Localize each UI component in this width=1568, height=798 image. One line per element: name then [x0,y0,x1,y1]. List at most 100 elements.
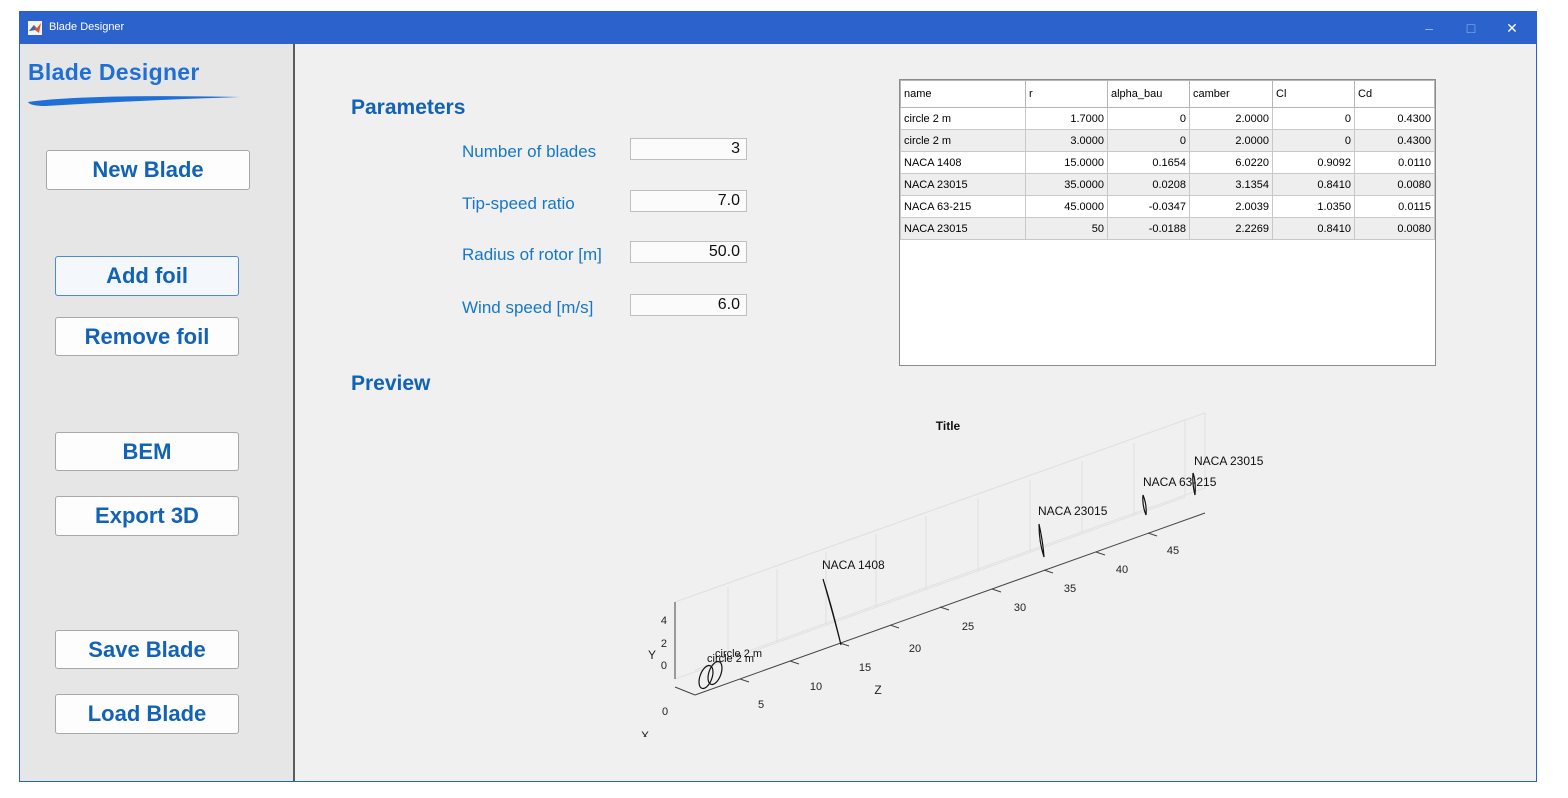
table-cell[interactable]: 1.0350 [1272,195,1355,218]
number-of-blades-label: Number of blades [462,142,597,161]
column-header-cl[interactable]: Cl [1272,80,1355,108]
table-cell[interactable]: 0.0208 [1107,173,1190,196]
preview-heading: Preview [351,372,431,395]
table-cell[interactable]: NACA 1408 [900,151,1026,174]
table-cell[interactable]: 2.0000 [1189,129,1273,152]
title-bar[interactable]: Blade Designer – □ ✕ [20,12,1536,44]
parameters-heading: Parameters [351,96,466,119]
table-cell[interactable]: 0 [1272,107,1355,130]
plot-axis-lines [674,512,1206,696]
table-cell[interactable]: -0.0188 [1107,217,1190,240]
table-cell[interactable]: NACA 23015 [900,217,1026,240]
minimize-button[interactable]: – [1409,16,1449,40]
matlab-app-icon [28,21,42,35]
save-blade-button[interactable]: Save Blade [55,630,239,669]
table-cell[interactable]: 0.8410 [1272,217,1355,240]
z-axis-label: Z [874,683,881,697]
table-row[interactable]: NACA 63-215 45.0000 -0.0347 2.0039 1.035… [900,195,1435,218]
foil-label: NACA 23015 [1038,504,1108,518]
add-foil-button[interactable]: Add foil [55,256,239,296]
y-axis-label: Y [648,648,656,662]
plot-title: Title [936,419,961,433]
table-cell[interactable]: 0.4300 [1354,129,1435,152]
wind-speed-input[interactable]: 6.0 [630,294,747,316]
y-tick-label: 4 [661,615,667,627]
table-cell[interactable]: 3.1354 [1189,173,1273,196]
z-tick-label: 35 [1064,583,1076,595]
close-button[interactable]: ✕ [1492,16,1532,40]
table-row[interactable]: circle 2 m 1.7000 0 2.0000 0 0.4300 [900,107,1435,130]
x-axis-label: X [641,729,649,737]
maximize-button[interactable]: □ [1451,16,1491,40]
column-header-camber[interactable]: camber [1189,80,1273,108]
remove-foil-button[interactable]: Remove foil [55,317,239,356]
radius-of-rotor-input[interactable]: 50.0 [630,241,747,263]
table-cell[interactable]: 6.0220 [1189,151,1273,174]
foil-label: NACA 63-215 [1143,475,1217,489]
table-cell[interactable]: 0.9092 [1272,151,1355,174]
table-cell[interactable]: 0.0080 [1354,217,1435,240]
foil-table[interactable]: name r alpha_bau camber Cl Cd circle 2 m… [899,79,1436,366]
table-cell[interactable]: 0.1654 [1107,151,1190,174]
table-cell[interactable]: 0 [1107,107,1190,130]
export-3d-button[interactable]: Export 3D [55,496,239,536]
table-cell[interactable]: 0.0115 [1354,195,1435,218]
table-cell[interactable]: NACA 23015 [900,173,1026,196]
foil-label: circle 2 m [707,653,754,665]
logo-swoosh [28,96,240,106]
z-tick-label: 30 [1014,602,1026,614]
table-cell[interactable]: 0 [1272,129,1355,152]
table-row[interactable]: NACA 23015 50 -0.0188 2.2269 0.8410 0.00… [900,217,1435,240]
z-tick-label: 40 [1116,564,1128,576]
sidebar: Blade Designer New Blade Add foil Remove… [20,44,295,781]
blade-preview-plot[interactable]: Title 4 2 0 Y 0 X 5 10 15 20 25 30 35 40… [620,397,1280,737]
foil-table-grid[interactable]: name r alpha_bau camber Cl Cd circle 2 m… [900,80,1435,240]
new-blade-button[interactable]: New Blade [46,150,250,190]
z-tick-label: 45 [1167,545,1179,557]
number-of-blades-input[interactable]: 3 [630,138,747,160]
table-row[interactable]: NACA 1408 15.0000 0.1654 6.0220 0.9092 0… [900,151,1435,174]
table-header-row: name r alpha_bau camber Cl Cd [900,80,1435,108]
x-tick-label: 0 [662,706,668,718]
table-cell[interactable]: 45.0000 [1025,195,1108,218]
wind-speed-label: Wind speed [m/s] [462,298,594,317]
y-tick-label: 0 [661,660,667,672]
table-cell[interactable]: circle 2 m [900,107,1026,130]
table-cell[interactable]: 35.0000 [1025,173,1108,196]
table-cell[interactable]: 2.0039 [1189,195,1273,218]
y-tick-label: 2 [661,638,667,650]
load-blade-button[interactable]: Load Blade [55,694,239,734]
z-tick-label: 15 [859,662,871,674]
plot-axes-box [674,412,1206,680]
table-cell[interactable]: 0.4300 [1354,107,1435,130]
table-cell[interactable]: 0.0110 [1354,151,1435,174]
table-cell[interactable]: circle 2 m [900,129,1026,152]
z-tick-label: 25 [962,621,974,633]
column-header-alpha-bau[interactable]: alpha_bau [1107,80,1190,108]
table-cell[interactable]: 3.0000 [1025,129,1108,152]
tip-speed-ratio-label: Tip-speed ratio [462,194,575,213]
tip-speed-ratio-input[interactable]: 7.0 [630,190,747,212]
table-cell[interactable]: 0 [1107,129,1190,152]
z-tick-label: 20 [909,643,921,655]
table-cell[interactable]: -0.0347 [1107,195,1190,218]
table-cell[interactable]: 0.8410 [1272,173,1355,196]
table-cell[interactable]: 50 [1025,217,1108,240]
bem-button[interactable]: BEM [55,432,239,471]
radius-of-rotor-label: Radius of rotor [m] [462,245,602,264]
table-row[interactable]: circle 2 m 3.0000 0 2.0000 0 0.4300 [900,129,1435,152]
column-header-cd[interactable]: Cd [1354,80,1435,108]
table-cell[interactable]: 2.2269 [1189,217,1273,240]
column-header-name[interactable]: name [900,80,1026,108]
table-cell[interactable]: 1.7000 [1025,107,1108,130]
table-cell[interactable]: 15.0000 [1025,151,1108,174]
table-row[interactable]: NACA 23015 35.0000 0.0208 3.1354 0.8410 … [900,173,1435,196]
column-header-r[interactable]: r [1025,80,1108,108]
table-cell[interactable]: 0.0080 [1354,173,1435,196]
naca-23015-foil [1038,523,1045,558]
table-cell[interactable]: NACA 63-215 [900,195,1026,218]
z-tick-label: 10 [810,681,822,693]
table-cell[interactable]: 2.0000 [1189,107,1273,130]
z-tick-label: 5 [758,699,764,711]
blade-designer-window: Blade Designer – □ ✕ Blade Designer New … [19,11,1537,782]
